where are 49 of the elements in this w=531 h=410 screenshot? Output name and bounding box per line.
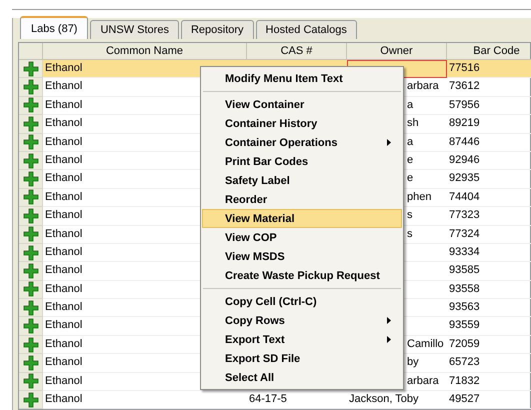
plus-icon[interactable] xyxy=(22,226,38,242)
table-cell: 77516 xyxy=(447,60,531,78)
plus-icon[interactable] xyxy=(22,208,38,224)
plus-icon[interactable] xyxy=(22,60,38,77)
plus-icon[interactable] xyxy=(22,171,38,188)
table-cell: 92946 xyxy=(447,152,531,170)
table-cell: 93563 xyxy=(447,299,531,318)
plus-icon[interactable] xyxy=(22,392,38,408)
tab[interactable]: Labs (87) xyxy=(20,16,88,39)
table-cell: 93334 xyxy=(447,244,531,262)
plus-icon[interactable] xyxy=(22,79,38,96)
menu-item[interactable]: View Material xyxy=(202,209,402,228)
submenu-arrow-icon xyxy=(387,336,391,343)
plus-icon[interactable] xyxy=(22,336,38,353)
table-cell: 93585 xyxy=(447,262,531,281)
plus-icon[interactable] xyxy=(22,373,38,390)
table-cell: Ethanol xyxy=(43,391,247,410)
submenu-arrow-icon xyxy=(387,139,391,146)
table-cell: Jackson, Toby xyxy=(347,391,447,410)
table-cell: 72059 xyxy=(447,336,531,354)
table-cell: 87446 xyxy=(447,134,531,152)
plus-icon[interactable] xyxy=(22,189,38,206)
table-cell: 77324 xyxy=(447,226,531,244)
plus-icon[interactable] xyxy=(22,244,38,261)
plus-icon[interactable] xyxy=(22,318,38,334)
plus-icon[interactable] xyxy=(22,134,38,150)
plus-icon[interactable] xyxy=(22,281,38,298)
table-cell: 93558 xyxy=(447,280,531,300)
table-cell: 89219 xyxy=(447,115,531,134)
tab[interactable]: UNSW Stores xyxy=(90,20,179,39)
plus-icon[interactable] xyxy=(22,152,38,169)
table-cell: 92935 xyxy=(447,170,531,189)
table-cell: 65723 xyxy=(447,354,531,373)
table-cell: 74404 xyxy=(447,188,531,208)
table-cell: 71832 xyxy=(447,372,531,392)
tab[interactable]: Hosted Catalogs xyxy=(256,20,357,39)
table-cell: 57956 xyxy=(447,96,531,116)
table-cell: 49527 xyxy=(447,391,531,410)
plus-icon[interactable] xyxy=(22,300,38,316)
table-cell: 73612 xyxy=(447,78,531,97)
table-cell: 64-17-5 xyxy=(247,391,347,410)
tab[interactable]: Repository xyxy=(180,20,254,39)
plus-icon[interactable] xyxy=(22,262,38,279)
submenu-arrow-icon xyxy=(387,317,391,324)
table-cell: 93559 xyxy=(447,317,531,336)
plus-icon[interactable] xyxy=(22,116,38,132)
plus-icon[interactable] xyxy=(22,354,38,371)
plus-icon[interactable] xyxy=(22,97,38,114)
table-cell: 77323 xyxy=(447,207,531,226)
